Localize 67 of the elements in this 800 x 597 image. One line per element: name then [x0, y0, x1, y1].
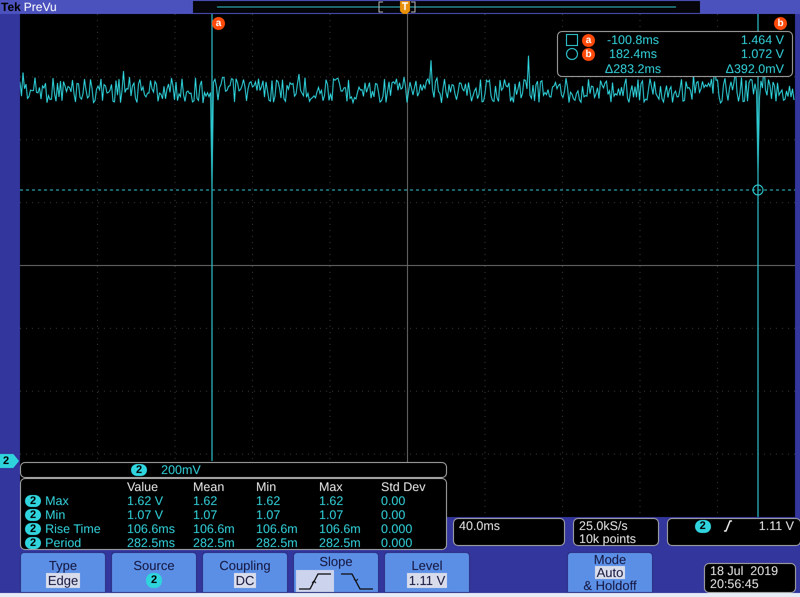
trigger-readout: 2 1.11 V — [667, 518, 800, 546]
table-cell-text: 1.07 — [193, 508, 218, 522]
cursor-voltage: 1.072 V — [740, 47, 784, 62]
column-header: Mean — [193, 480, 226, 494]
trigger-position-icon[interactable] — [398, 0, 412, 16]
cursor-circle-icon — [752, 184, 764, 196]
measurement-name: Period — [45, 536, 82, 550]
table-cell-text: 282.5m — [256, 536, 299, 550]
table-cell-text: 1.62 — [193, 494, 218, 508]
mode-button[interactable]: Mode Auto & Holdoff — [567, 552, 653, 593]
rising-edge-icon — [722, 520, 733, 532]
table-cell-text: 106.6m — [193, 522, 236, 536]
channel-badge: 2 — [25, 495, 42, 507]
cursor-time: Δ283.2ms — [604, 62, 662, 76]
timebase-readout: 40.0ms — [453, 518, 565, 546]
vertical-scale: 200mV — [161, 463, 201, 477]
table-cell-text: 1.62 — [256, 494, 282, 508]
mode-label: PreVu — [24, 0, 57, 14]
measurement-name: Max — [45, 494, 69, 508]
slope-option[interactable] — [296, 570, 334, 592]
menu-button[interactable]: Type Edge — [20, 552, 106, 593]
menu-button[interactable]: Coupling DC — [202, 552, 288, 593]
cursor-voltage: Δ392.0mV — [724, 62, 784, 76]
brand-label: Tek — [0, 0, 21, 14]
menu-button[interactable]: Source 2 — [111, 552, 197, 593]
cursor-time: 182.4ms — [608, 47, 658, 62]
rising-edge-icon — [298, 572, 332, 590]
table-cell-text: 1.07 — [319, 508, 344, 522]
cursor-badge: b — [582, 48, 595, 61]
table-cell-text: 282.5m — [193, 536, 236, 550]
channel-badge: 2 — [131, 464, 148, 476]
column-header: Value — [127, 480, 160, 494]
table-cell-text: 106.6m — [256, 522, 299, 536]
table-cell-text: 106.6m — [319, 522, 362, 536]
measurement-name: Rise Time — [45, 522, 101, 536]
column-header: Std Dev — [381, 480, 426, 494]
column-header: Min — [256, 480, 278, 494]
table-cell-text: 0.000 — [381, 522, 414, 536]
table-cell-text: 0.000 — [381, 536, 414, 550]
table-cell-text: 1.62 — [319, 494, 344, 508]
menu-button[interactable]: Level 1.11 V — [384, 552, 470, 593]
cursor-badge: a — [582, 34, 595, 47]
table-cell-text: 106.6ms — [127, 522, 176, 536]
table-cell-text: 1.07 V — [127, 508, 164, 522]
cursor-line[interactable] — [757, 14, 759, 517]
date-time-readout: 18 Jul 2019 20:56:45 — [704, 563, 796, 593]
table-cell-text: 282.5m — [319, 536, 362, 550]
table-cell-text: 282.5ms — [127, 536, 176, 550]
channel-badge: 2 — [694, 520, 711, 533]
falling-edge-icon — [340, 572, 374, 590]
square-icon — [566, 34, 578, 46]
cursor-time: -100.8ms — [606, 33, 660, 48]
slope-button[interactable]: Slope — [293, 552, 379, 593]
table-cell-text: 0.00 — [381, 494, 406, 508]
measurement-name: Min — [45, 508, 66, 522]
table-cell-text: 1.07 — [256, 508, 282, 522]
ground-marker[interactable]: 2 — [0, 454, 19, 468]
acquisition-readout: 25.0kS/s 10k points — [573, 518, 659, 546]
cursor-voltage: 1.464 V — [740, 33, 784, 48]
channel-badge: 2 — [25, 509, 42, 521]
channel-badge: 2 — [25, 523, 42, 535]
cursor-line[interactable] — [211, 14, 213, 461]
column-header: Max — [319, 480, 344, 494]
table-cell-text: 1.62 V — [127, 494, 164, 508]
circle-icon — [566, 48, 578, 60]
table-cell-text: 0.00 — [381, 508, 406, 522]
channel-badge: 2 — [25, 537, 42, 549]
